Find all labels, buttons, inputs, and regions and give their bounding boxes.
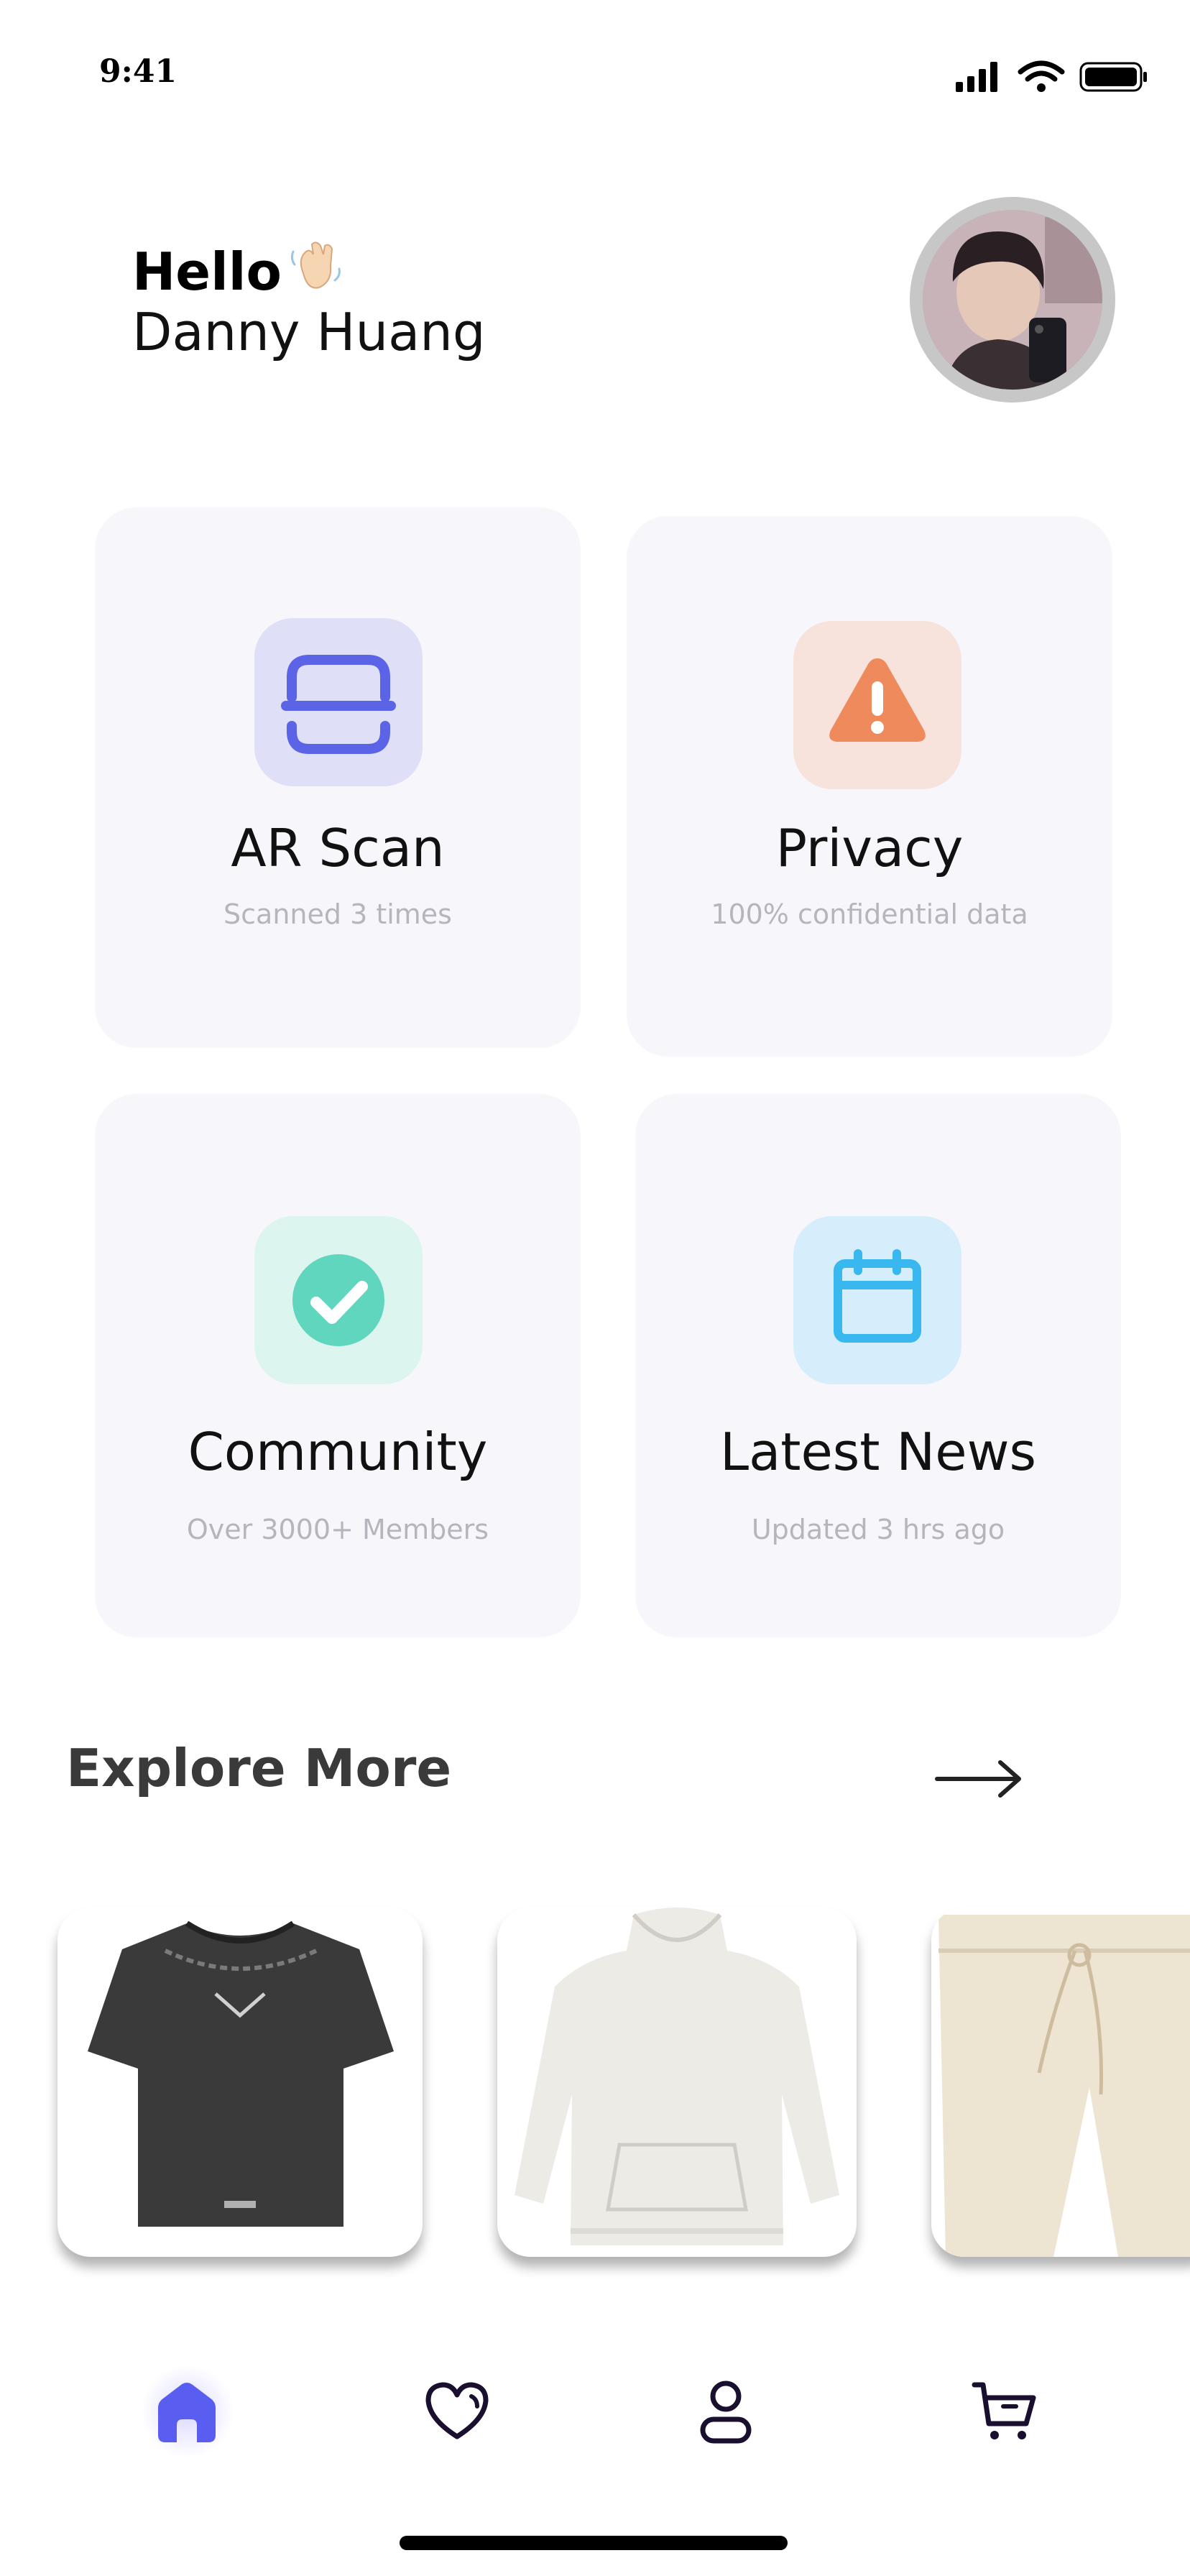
card-subtitle: 100% confidential data	[711, 898, 1028, 930]
shorts-image	[931, 1908, 1190, 2257]
card-latest-news[interactable]: Latest News Updated 3 hrs ago	[635, 1094, 1121, 1637]
battery-icon	[1079, 62, 1147, 92]
product-card-hoodie[interactable]	[497, 1908, 857, 2257]
home-indicator[interactable]	[400, 2536, 788, 2550]
cart-icon[interactable]	[961, 2368, 1048, 2454]
card-privacy[interactable]: Privacy 100% confidential data	[627, 516, 1112, 1057]
card-subtitle: Over 3000+ Members	[186, 1514, 489, 1545]
status-time: 9:41	[99, 53, 177, 90]
explore-title: Explore More	[66, 1738, 452, 1798]
card-title: Privacy	[775, 818, 964, 878]
hoodie-image	[515, 1908, 839, 2245]
heart-icon[interactable]	[414, 2368, 500, 2454]
status-icons	[949, 56, 1150, 96]
card-subtitle: Scanned 3 times	[223, 898, 452, 930]
card-community[interactable]: Community Over 3000+ Members	[95, 1094, 581, 1637]
wifi-icon	[1018, 60, 1065, 82]
greeting-hello: Hello	[132, 242, 282, 302]
scan-icon	[254, 618, 423, 786]
profile-icon[interactable]	[683, 2368, 769, 2454]
signal-icon	[956, 62, 997, 92]
user-name: Danny Huang	[132, 302, 486, 362]
arrow-right-icon[interactable]	[934, 1754, 1023, 1804]
card-title: Latest News	[720, 1422, 1036, 1482]
product-card-shorts[interactable]	[931, 1908, 1190, 2257]
card-title: Community	[188, 1422, 488, 1482]
home-icon[interactable]	[144, 2368, 230, 2454]
avatar-photo	[923, 210, 1102, 390]
tshirt-image	[88, 1920, 394, 2227]
warning-icon	[793, 621, 961, 789]
card-ar-scan[interactable]: AR Scan Scanned 3 times	[95, 507, 581, 1048]
card-subtitle: Updated 3 hrs ago	[751, 1514, 1005, 1545]
wave-emoji	[287, 237, 345, 298]
product-card-tshirt[interactable]	[57, 1908, 423, 2257]
avatar[interactable]	[910, 197, 1115, 402]
card-title: AR Scan	[231, 818, 445, 878]
calendar-icon	[793, 1216, 961, 1384]
check-circle-icon	[254, 1216, 423, 1384]
